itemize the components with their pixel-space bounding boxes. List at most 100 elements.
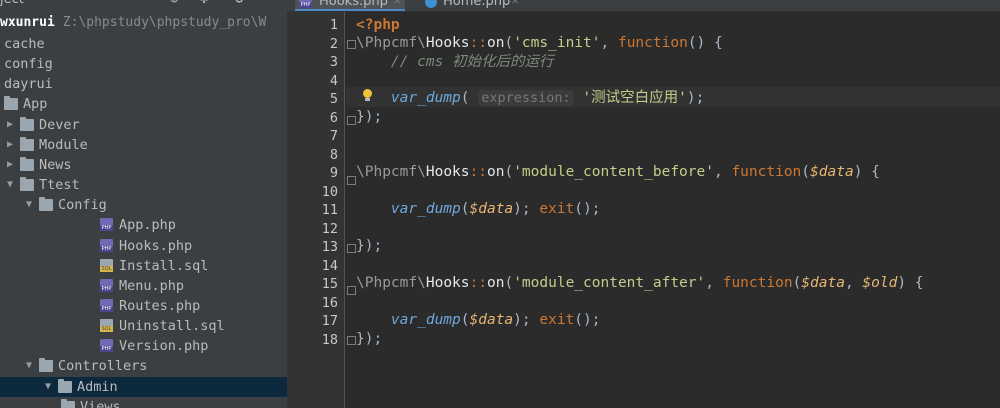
tree-item-version-php[interactable]: Version.php xyxy=(0,336,287,356)
parameter-hint: expression: xyxy=(478,90,574,106)
code-line-15: \Phpcmf\Hooks::on('module_content_after'… xyxy=(356,275,924,291)
fold-marker[interactable] xyxy=(347,176,356,185)
chevron-down-icon[interactable]: ▼ xyxy=(23,356,35,376)
project-toolbar: ject ⊕ ≑ ⚙ − xyxy=(0,0,287,7)
tab-close-icon[interactable]: ✕ xyxy=(511,0,519,11)
line-number: 17 xyxy=(321,313,338,329)
line-number: 7 xyxy=(329,128,338,144)
tree-item-admin[interactable]: ▼ Admin xyxy=(0,376,287,397)
tree-item-label: Admin xyxy=(77,378,118,395)
code-line-13: }); xyxy=(356,238,383,254)
tree-item-app-php[interactable]: App.php xyxy=(0,215,287,235)
line-number: 9 xyxy=(329,165,338,181)
tree-item-cache[interactable]: cache xyxy=(0,34,287,54)
tree-item-news[interactable]: ▶ News xyxy=(0,155,287,175)
code-line-9: \Phpcmf\Hooks::on('module_content_before… xyxy=(356,164,880,180)
locate-icon[interactable]: ⊕ xyxy=(170,0,178,7)
project-root-row[interactable]: wxunrui Z:\phpstudy\phpstudy_pro\W xyxy=(0,13,266,33)
folder-icon xyxy=(39,197,53,212)
fold-marker[interactable] xyxy=(347,286,356,295)
line-number: 10 xyxy=(321,183,338,200)
php-class-icon xyxy=(425,0,437,8)
settings-gear-icon[interactable]: ⚙ xyxy=(235,0,243,7)
tab-close-icon[interactable]: ✕ xyxy=(393,0,401,11)
tree-item-config[interactable]: ▼ Config xyxy=(0,195,287,215)
line-number: 8 xyxy=(329,146,338,163)
chevron-down-icon[interactable]: ▼ xyxy=(42,377,54,397)
tree-item-label: Install.sql xyxy=(119,257,209,274)
tree-item-label: dayrui xyxy=(4,76,53,93)
tree-item-ttest[interactable]: ▼ Ttest xyxy=(0,175,287,195)
tab-home-php[interactable]: Home.php ✕ xyxy=(421,0,521,11)
tree-item-routes-php[interactable]: Routes.php xyxy=(0,296,287,316)
folder-icon xyxy=(20,177,34,192)
line-number: 11 xyxy=(321,202,338,218)
fold-marker[interactable] xyxy=(347,116,356,125)
sql-file-icon xyxy=(100,319,113,333)
tree-item-label: App.php xyxy=(119,217,176,234)
line-number: 1 xyxy=(329,17,338,33)
code-line-5: var_dump( expression: '测试空白应用'); xyxy=(390,90,705,106)
line-number: 6 xyxy=(329,109,338,126)
chevron-right-icon[interactable]: ▶ xyxy=(4,135,16,155)
chevron-right-icon[interactable]: ▶ xyxy=(4,115,16,135)
fold-marker[interactable] xyxy=(347,244,356,253)
line-number: 14 xyxy=(321,257,338,274)
hide-panel-icon[interactable]: − xyxy=(262,0,270,7)
line-number: 3 xyxy=(329,54,338,70)
chevron-down-icon[interactable]: ▼ xyxy=(23,195,35,215)
tree-item-label: Ttest xyxy=(39,177,80,194)
php-file-icon xyxy=(100,278,113,292)
tree-item-label: Views xyxy=(80,398,121,408)
php-file-icon xyxy=(299,0,312,8)
code-line-2: \Phpcmf\Hooks::on('cms_init', function()… xyxy=(356,35,723,51)
chevron-down-icon[interactable]: ▼ xyxy=(4,175,16,195)
tree-item-label: config xyxy=(4,56,53,73)
line-number: 15 xyxy=(321,276,338,292)
sql-file-icon xyxy=(100,258,113,272)
chevron-right-icon[interactable]: ▶ xyxy=(4,155,16,175)
tab-label: Home.php xyxy=(443,0,511,9)
folder-icon xyxy=(58,378,72,393)
line-number: 12 xyxy=(321,220,338,237)
tree-item-label: Module xyxy=(39,136,88,153)
code-line-1: <?php xyxy=(356,17,400,33)
line-number: 2 xyxy=(329,35,338,52)
tree-item-label: cache xyxy=(4,36,45,52)
tree-item-module[interactable]: ▶ Module xyxy=(0,135,287,155)
tree-item-label: Uninstall.sql xyxy=(119,318,225,335)
line-number-gutter: 1 2 3 4 5 6 7 8 9 10 11 12 13 14 15 16 17 18 xyxy=(287,12,345,408)
code-editor[interactable]: 1 2 3 4 5 6 7 8 9 10 11 12 13 14 15 16 17 18 <?php \Phpcm… xyxy=(287,12,1000,408)
code-line-6: }); xyxy=(356,109,383,125)
tree-item-label: Menu.php xyxy=(119,277,185,294)
tab-hooks-php[interactable]: Hooks.php ✕ xyxy=(295,0,405,11)
tree-item-label: Version.php xyxy=(119,338,209,355)
php-file-icon xyxy=(100,218,113,232)
tree-item-app[interactable]: App xyxy=(0,94,287,114)
tree-item-uninstall-sql[interactable]: Uninstall.sql xyxy=(0,316,287,336)
line-number: 4 xyxy=(329,72,338,89)
folder-icon xyxy=(4,96,18,111)
tree-item-dayrui[interactable]: dayrui xyxy=(0,74,287,94)
folder-icon xyxy=(20,116,34,131)
tree-item-views[interactable]: Views xyxy=(0,397,287,408)
tree-item-config[interactable]: config xyxy=(0,54,287,74)
line-number: 18 xyxy=(321,331,338,348)
tree-item-hooks-php[interactable]: Hooks.php xyxy=(0,236,287,256)
tree-item-install-sql[interactable]: Install.sql xyxy=(0,256,287,276)
tree-item-controllers[interactable]: ▼ Controllers xyxy=(0,356,287,376)
tree-item-dever[interactable]: ▶ Dever xyxy=(0,115,287,135)
collapse-all-icon[interactable]: ≑ xyxy=(200,0,208,7)
line-number: 16 xyxy=(321,294,338,311)
fold-marker[interactable] xyxy=(347,336,356,345)
fold-marker[interactable] xyxy=(347,40,356,49)
tree-item-label: App xyxy=(23,96,48,113)
project-root-name: wxunrui xyxy=(0,15,55,30)
editor-tab-bar: Hooks.php ✕ Home.php ✕ xyxy=(287,0,1000,12)
tree-item-label: Controllers xyxy=(58,358,148,375)
tree-item-menu-php[interactable]: Menu.php xyxy=(0,276,287,296)
folder-icon xyxy=(20,156,34,171)
code-line-3: // cms 初始化后的运行 xyxy=(390,54,554,70)
tab-label: Hooks.php xyxy=(319,0,388,9)
php-file-icon xyxy=(100,238,113,252)
